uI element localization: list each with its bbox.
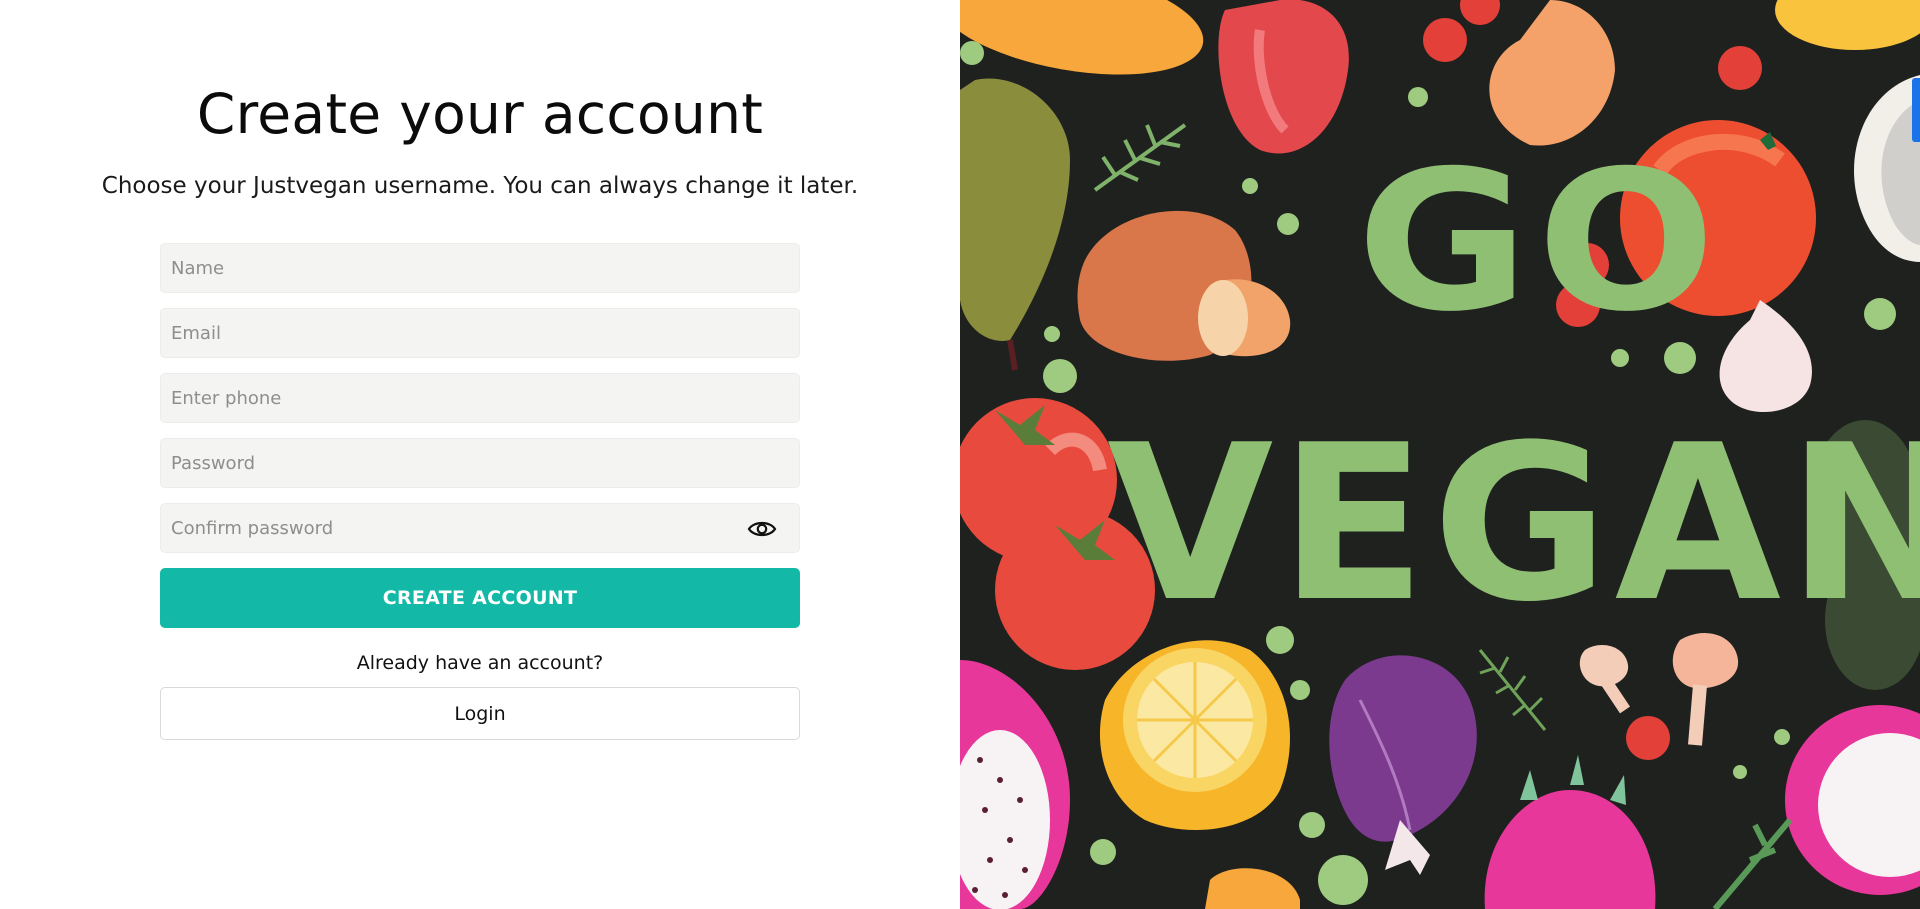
create-account-button[interactable]: CREATE ACCOUNT <box>160 568 800 628</box>
eye-icon[interactable] <box>747 517 777 541</box>
signup-panel: Create your account Choose your Justvega… <box>0 0 960 909</box>
phone-field[interactable] <box>160 373 800 423</box>
vegetable-illustration: GO VEGAN <box>960 0 1920 909</box>
page-title: Create your account <box>196 82 764 146</box>
confirm-password-input[interactable] <box>161 504 799 552</box>
phone-input[interactable] <box>161 374 799 422</box>
password-field[interactable] <box>160 438 800 488</box>
page-subtitle: Choose your Justvegan username. You can … <box>101 173 859 199</box>
login-prompt: Already have an account? <box>356 652 604 674</box>
email-input[interactable] <box>161 309 799 357</box>
email-field[interactable] <box>160 308 800 358</box>
headline-line-2: VEGAN <box>1107 398 1920 649</box>
edge-tab[interactable] <box>1912 78 1920 142</box>
confirm-password-field[interactable] <box>160 503 800 553</box>
headline-line-1: GO <box>1357 129 1724 354</box>
go-vegan-artwork: GO VEGAN <box>960 0 1920 909</box>
login-button[interactable]: Login <box>160 687 800 740</box>
name-field[interactable] <box>160 243 800 293</box>
name-input[interactable] <box>161 244 799 292</box>
password-input[interactable] <box>161 439 799 487</box>
